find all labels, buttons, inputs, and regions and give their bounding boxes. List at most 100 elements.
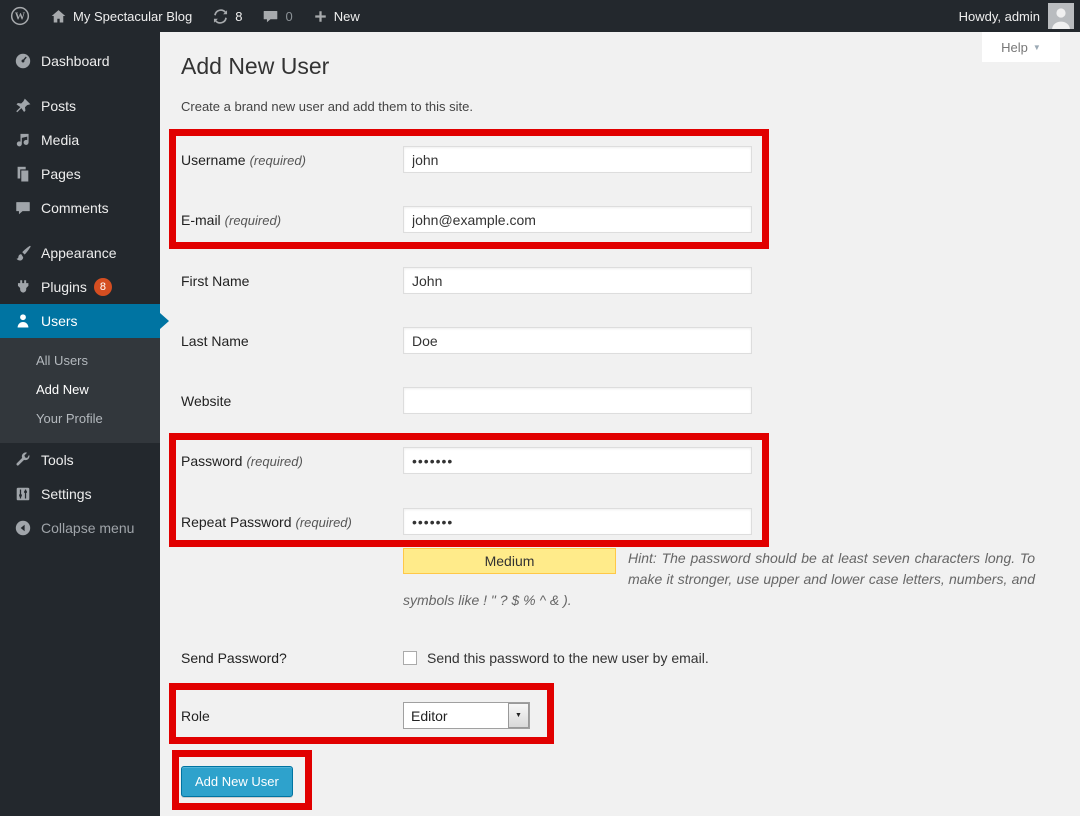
sidebar-item-tools[interactable]: Tools (0, 443, 160, 477)
repeat-password-input[interactable] (403, 508, 752, 535)
site-name-label: My Spectacular Blog (73, 9, 192, 24)
required-note: (required) (296, 515, 352, 530)
password-label: Password(required) (181, 453, 403, 469)
pages-icon (14, 165, 32, 183)
password-input[interactable] (403, 447, 752, 474)
first-name-label: First Name (181, 273, 403, 289)
users-submenu: All Users Add New Your Profile (0, 338, 160, 443)
sidebar-item-label: Collapse menu (41, 520, 134, 536)
first-name-input[interactable] (403, 267, 752, 294)
new-label: New (334, 9, 360, 24)
email-row: E-mail(required) (181, 206, 1035, 233)
wordpress-menu-button[interactable]: W (0, 0, 40, 32)
role-select-value: Editor (404, 708, 508, 724)
help-label: Help (1001, 40, 1028, 55)
collapse-arrow-icon (14, 519, 32, 537)
admin-sidebar: Dashboard Posts Media Pages (0, 32, 160, 816)
plugins-plug-icon (14, 278, 32, 296)
website-row: Website (181, 387, 1035, 414)
user-avatar[interactable] (1048, 3, 1074, 29)
settings-sliders-icon (14, 485, 32, 503)
sidebar-item-label: Posts (41, 98, 76, 114)
sidebar-item-appearance[interactable]: Appearance (0, 236, 160, 270)
repeat-password-row: Repeat Password(required) (181, 508, 1035, 535)
dashboard-icon (14, 52, 32, 70)
help-chevron-down-icon: ▼ (1033, 43, 1041, 52)
sidebar-item-label: Media (41, 132, 79, 148)
comments-bubble-icon (262, 8, 279, 25)
wordpress-add-new-user-page: W My Spectacular Blog 8 0 New (0, 0, 1080, 816)
send-password-checkbox[interactable] (403, 651, 417, 665)
website-label: Website (181, 393, 403, 409)
svg-text:W: W (15, 12, 26, 23)
send-password-checkbox-label: Send this password to the new user by em… (427, 650, 709, 666)
sidebar-item-comments[interactable]: Comments (0, 191, 160, 225)
submenu-item-all-users[interactable]: All Users (0, 346, 160, 375)
role-label: Role (181, 708, 403, 724)
updates-button[interactable]: 8 (202, 0, 252, 32)
sidebar-item-settings[interactable]: Settings (0, 477, 160, 511)
home-icon (50, 8, 67, 25)
password-strength-meter: Medium (403, 548, 616, 574)
email-label: E-mail(required) (181, 212, 403, 228)
repeat-password-label: Repeat Password(required) (181, 514, 403, 530)
sidebar-item-pages[interactable]: Pages (0, 157, 160, 191)
main-content: Help ▼ Add New User Create a brand new u… (160, 32, 1080, 816)
send-password-row: Send Password? Send this password to the… (181, 644, 1035, 671)
comments-button[interactable]: 0 (252, 0, 302, 32)
update-count: 8 (235, 9, 242, 24)
sidebar-item-media[interactable]: Media (0, 123, 160, 157)
submenu-item-add-new[interactable]: Add New (0, 375, 160, 404)
users-person-icon (14, 312, 32, 330)
sidebar-item-label: Settings (41, 486, 92, 502)
password-strength-row: Medium Hint: The password should be at l… (181, 548, 1035, 612)
howdy-label[interactable]: Howdy, admin (959, 9, 1040, 24)
add-new-user-button[interactable]: Add New User (181, 766, 293, 797)
sidebar-item-plugins[interactable]: Plugins 8 (0, 270, 160, 304)
sidebar-item-label: Comments (41, 200, 109, 216)
page-title: Add New User (181, 52, 329, 81)
wordpress-logo-icon: W (10, 6, 30, 26)
help-button[interactable]: Help ▼ (982, 32, 1060, 62)
role-row: Role Editor ▼ (181, 702, 1035, 729)
sidebar-item-users[interactable]: Users (0, 304, 160, 338)
plus-icon (313, 9, 328, 24)
media-note-icon (14, 131, 32, 149)
username-row: Username(required) (181, 146, 1035, 173)
posts-pin-icon (14, 97, 32, 115)
required-note: (required) (225, 213, 281, 228)
comment-count: 0 (285, 9, 292, 24)
sidebar-item-label: Users (41, 313, 78, 329)
active-menu-arrow (160, 313, 177, 329)
plugins-update-badge: 8 (94, 278, 112, 296)
website-input[interactable] (403, 387, 752, 414)
submenu-item-your-profile[interactable]: Your Profile (0, 404, 160, 433)
sidebar-item-label: Dashboard (41, 53, 110, 69)
password-row: Password(required) (181, 447, 1035, 474)
role-select[interactable]: Editor ▼ (403, 702, 530, 729)
sidebar-item-label: Tools (41, 452, 74, 468)
update-icon (212, 8, 229, 25)
last-name-input[interactable] (403, 327, 752, 354)
last-name-label: Last Name (181, 333, 403, 349)
sidebar-item-label: Appearance (41, 245, 117, 261)
new-content-button[interactable]: New (303, 0, 370, 32)
comments-icon (14, 199, 32, 217)
admin-bar: W My Spectacular Blog 8 0 New (0, 0, 1080, 32)
chevron-down-icon: ▼ (508, 703, 529, 728)
sidebar-item-posts[interactable]: Posts (0, 89, 160, 123)
required-note: (required) (250, 153, 306, 168)
required-note: (required) (246, 454, 302, 469)
sidebar-item-dashboard[interactable]: Dashboard (0, 44, 160, 78)
username-input[interactable] (403, 146, 752, 173)
add-user-form: Username(required) E-mail(required) Firs… (181, 146, 1035, 797)
send-password-label: Send Password? (181, 650, 403, 666)
appearance-brush-icon (14, 244, 32, 262)
sidebar-item-label: Pages (41, 166, 81, 182)
tools-wrench-icon (14, 451, 32, 469)
sidebar-item-label: Plugins (41, 279, 87, 295)
email-input[interactable] (403, 206, 752, 233)
page-description: Create a brand new user and add them to … (181, 99, 473, 114)
sidebar-item-collapse-menu[interactable]: Collapse menu (0, 511, 160, 545)
site-name-link[interactable]: My Spectacular Blog (40, 0, 202, 32)
